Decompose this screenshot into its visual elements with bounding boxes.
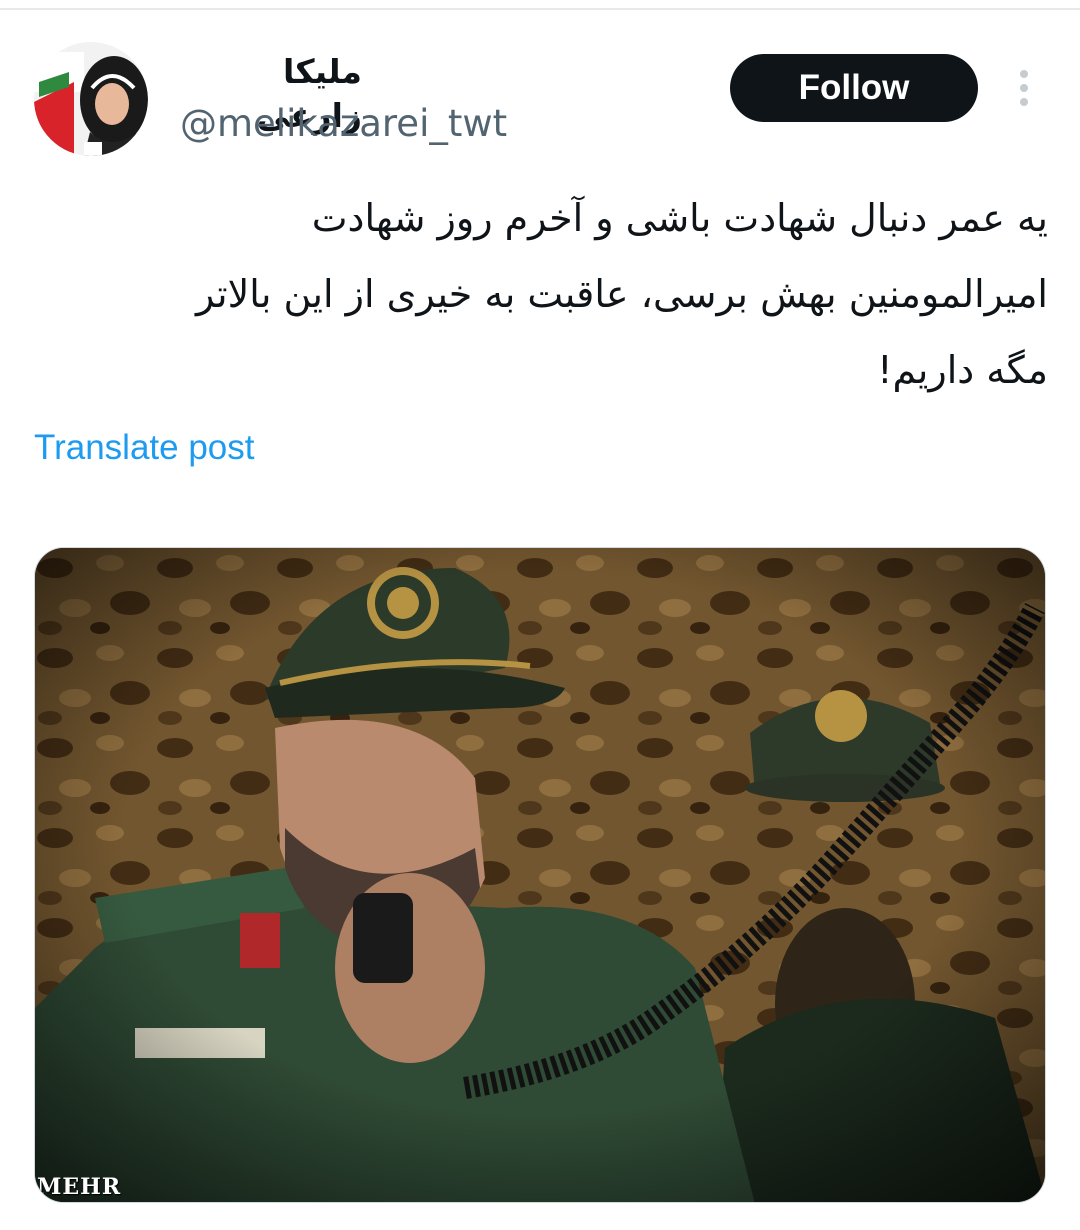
photo-military-officer-radio bbox=[35, 548, 1045, 1202]
follow-button[interactable]: Follow bbox=[730, 54, 978, 122]
translate-post-link[interactable]: Translate post bbox=[34, 424, 254, 472]
profile-photo bbox=[34, 42, 148, 156]
more-vertical-icon[interactable] bbox=[1008, 68, 1040, 108]
top-divider bbox=[0, 8, 1080, 10]
author-avatar[interactable] bbox=[34, 42, 148, 156]
author-handle[interactable]: @melikazarei_twt bbox=[180, 100, 507, 148]
image-watermark: MEHR bbox=[37, 1174, 122, 1200]
post-text: یه عمر دنبال شهادت باشی و آخرم روز شهادت… bbox=[196, 196, 1048, 392]
post-image[interactable]: MEHR bbox=[34, 547, 1046, 1203]
